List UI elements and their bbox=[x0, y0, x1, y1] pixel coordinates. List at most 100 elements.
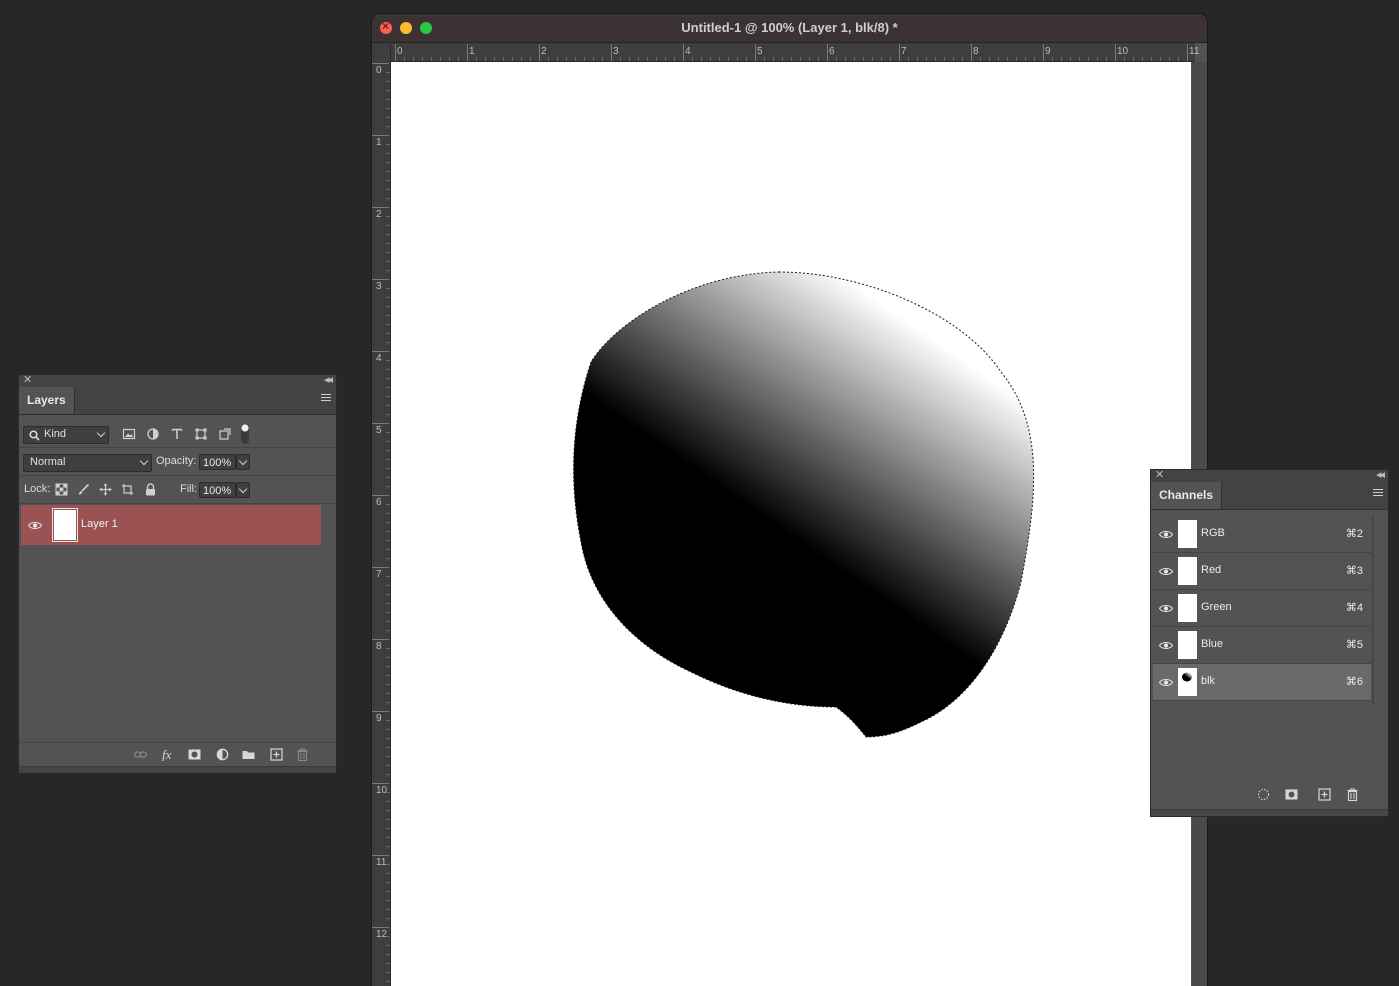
layer-row[interactable]: Layer 1 bbox=[21, 505, 321, 545]
ruler-minor-tick bbox=[386, 261, 390, 262]
panel-menu-icon[interactable] bbox=[1373, 489, 1383, 498]
visibility-eye-icon[interactable] bbox=[1159, 530, 1173, 539]
ruler-minor-tick bbox=[872, 57, 873, 61]
close-panel-icon[interactable]: ✕ bbox=[23, 373, 32, 386]
link-icon[interactable] bbox=[134, 748, 147, 761]
ruler-minor-tick bbox=[386, 225, 390, 226]
ruler-label: 7 bbox=[901, 46, 907, 57]
visibility-eye-icon[interactable] bbox=[1159, 678, 1173, 687]
svg-text:fx: fx bbox=[162, 748, 172, 761]
fill-dropdown[interactable] bbox=[236, 482, 250, 498]
opacity-label: Opacity: bbox=[156, 455, 197, 467]
opacity-dropdown[interactable] bbox=[236, 454, 250, 470]
tab-channels[interactable]: Channels bbox=[1151, 482, 1223, 509]
filter-toggle-icon[interactable] bbox=[240, 423, 250, 445]
filter-kind-select[interactable]: Kind bbox=[23, 426, 109, 444]
ruler-minor-tick bbox=[386, 486, 390, 487]
channel-row-green[interactable]: Green ⌘4 bbox=[1153, 590, 1371, 627]
ruler-minor-tick bbox=[386, 810, 390, 811]
lock-all-icon[interactable] bbox=[144, 483, 157, 496]
ruler-minor-tick bbox=[386, 234, 390, 235]
ruler-tick bbox=[372, 855, 389, 856]
mask-icon[interactable] bbox=[188, 748, 201, 761]
ruler-minor-tick bbox=[953, 57, 954, 61]
save-selection-icon[interactable] bbox=[1285, 788, 1298, 801]
ruler-minor-tick bbox=[386, 729, 390, 730]
lock-position-icon[interactable] bbox=[99, 483, 112, 496]
ruler-minor-tick bbox=[386, 522, 390, 523]
ruler-label: 2 bbox=[376, 209, 382, 220]
folder-icon[interactable] bbox=[242, 748, 255, 761]
channel-row-rgb[interactable]: RGB ⌘2 bbox=[1153, 516, 1371, 553]
channel-row-red[interactable]: Red ⌘3 bbox=[1153, 553, 1371, 590]
adjustment-layer-filter-icon[interactable] bbox=[146, 427, 160, 441]
panel-menu-icon[interactable] bbox=[321, 394, 331, 403]
adjustment-icon[interactable] bbox=[216, 748, 229, 761]
lock-transparent-pixels-icon[interactable] bbox=[55, 483, 68, 496]
vertical-ruler[interactable]: 0 1 2 3 4 5 6 7 8 9 10 11 12 bbox=[372, 43, 391, 986]
ruler-minor-tick bbox=[629, 57, 630, 61]
opacity-input[interactable]: 100% bbox=[199, 454, 236, 470]
ruler-minor-tick bbox=[386, 882, 390, 883]
document-titlebar[interactable]: Untitled-1 @ 100% (Layer 1, blk/8) * bbox=[372, 14, 1207, 43]
tab-layers[interactable]: Layers bbox=[19, 387, 75, 414]
ruler-label: 8 bbox=[973, 46, 979, 57]
fill-input[interactable]: 100% bbox=[199, 482, 236, 498]
visibility-eye-icon[interactable] bbox=[28, 521, 42, 530]
channel-row-blk[interactable]: blk ⌘6 bbox=[1153, 664, 1371, 701]
blend-mode-select[interactable]: Normal bbox=[23, 454, 152, 472]
ruler-minor-tick bbox=[386, 828, 390, 829]
channel-thumbnail bbox=[1178, 557, 1197, 585]
close-panel-icon[interactable]: ✕ bbox=[1155, 468, 1164, 481]
ruler-tick bbox=[372, 495, 389, 496]
channels-panel-header[interactable]: ✕ ◂◂ bbox=[1151, 468, 1388, 482]
load-selection-icon[interactable] bbox=[1257, 788, 1270, 801]
search-icon bbox=[29, 430, 40, 441]
ruler-minor-tick bbox=[917, 57, 918, 61]
ruler-tick bbox=[755, 44, 756, 61]
lock-image-pixels-icon[interactable] bbox=[77, 483, 90, 496]
horizontal-ruler[interactable]: 0 1 2 3 4 5 6 7 8 9 10 11 bbox=[390, 43, 1199, 62]
visibility-eye-icon[interactable] bbox=[1159, 567, 1173, 576]
new-channel-icon[interactable] bbox=[1318, 788, 1331, 801]
canvas[interactable] bbox=[391, 62, 1191, 986]
trash-icon[interactable] bbox=[1346, 788, 1359, 801]
ruler-label: 5 bbox=[376, 425, 382, 436]
ruler-minor-tick bbox=[818, 57, 819, 61]
layer-name[interactable]: Layer 1 bbox=[81, 518, 118, 530]
trash-icon[interactable] bbox=[296, 748, 309, 761]
channel-row-blue[interactable]: Blue ⌘5 bbox=[1153, 627, 1371, 664]
ruler-minor-tick bbox=[1070, 57, 1071, 61]
layers-panel-header[interactable]: ✕ ◂◂ bbox=[19, 373, 336, 387]
chevron-down-icon bbox=[238, 456, 248, 466]
channels-scrollbar[interactable] bbox=[1372, 516, 1374, 704]
ruler-label: 8 bbox=[376, 641, 382, 652]
ruler-minor-tick bbox=[386, 198, 390, 199]
ruler-minor-tick bbox=[1133, 57, 1134, 61]
ruler-minor-tick bbox=[944, 57, 945, 61]
channel-shortcut: ⌘3 bbox=[1345, 565, 1363, 577]
shape-layer-filter-icon[interactable] bbox=[194, 427, 208, 441]
collapse-panel-icon[interactable]: ◂◂ bbox=[1376, 468, 1385, 481]
collapse-panel-icon[interactable]: ◂◂ bbox=[324, 373, 333, 386]
new-layer-icon[interactable] bbox=[270, 748, 283, 761]
panel-resize-grip[interactable] bbox=[19, 766, 336, 773]
ruler-minor-tick bbox=[386, 972, 390, 973]
ruler-minor-tick bbox=[386, 369, 390, 370]
lock-artboard-icon[interactable] bbox=[121, 483, 134, 496]
panel-resize-grip[interactable] bbox=[1151, 809, 1388, 816]
layer-thumbnail[interactable] bbox=[52, 508, 78, 542]
visibility-eye-icon[interactable] bbox=[1159, 641, 1173, 650]
ruler-label: 6 bbox=[376, 497, 382, 508]
ruler-minor-tick bbox=[548, 57, 549, 61]
ruler-minor-tick bbox=[386, 864, 390, 865]
ruler-minor-tick bbox=[386, 585, 390, 586]
smart-object-filter-icon[interactable] bbox=[218, 427, 232, 441]
visibility-eye-icon[interactable] bbox=[1159, 604, 1173, 613]
pixel-layer-filter-icon[interactable] bbox=[122, 427, 136, 441]
ruler-label: 12 bbox=[376, 929, 388, 940]
fx-icon[interactable]: fx bbox=[162, 748, 178, 761]
ruler-minor-tick bbox=[746, 57, 747, 61]
type-layer-filter-icon[interactable] bbox=[170, 427, 184, 441]
ruler-minor-tick bbox=[602, 57, 603, 61]
